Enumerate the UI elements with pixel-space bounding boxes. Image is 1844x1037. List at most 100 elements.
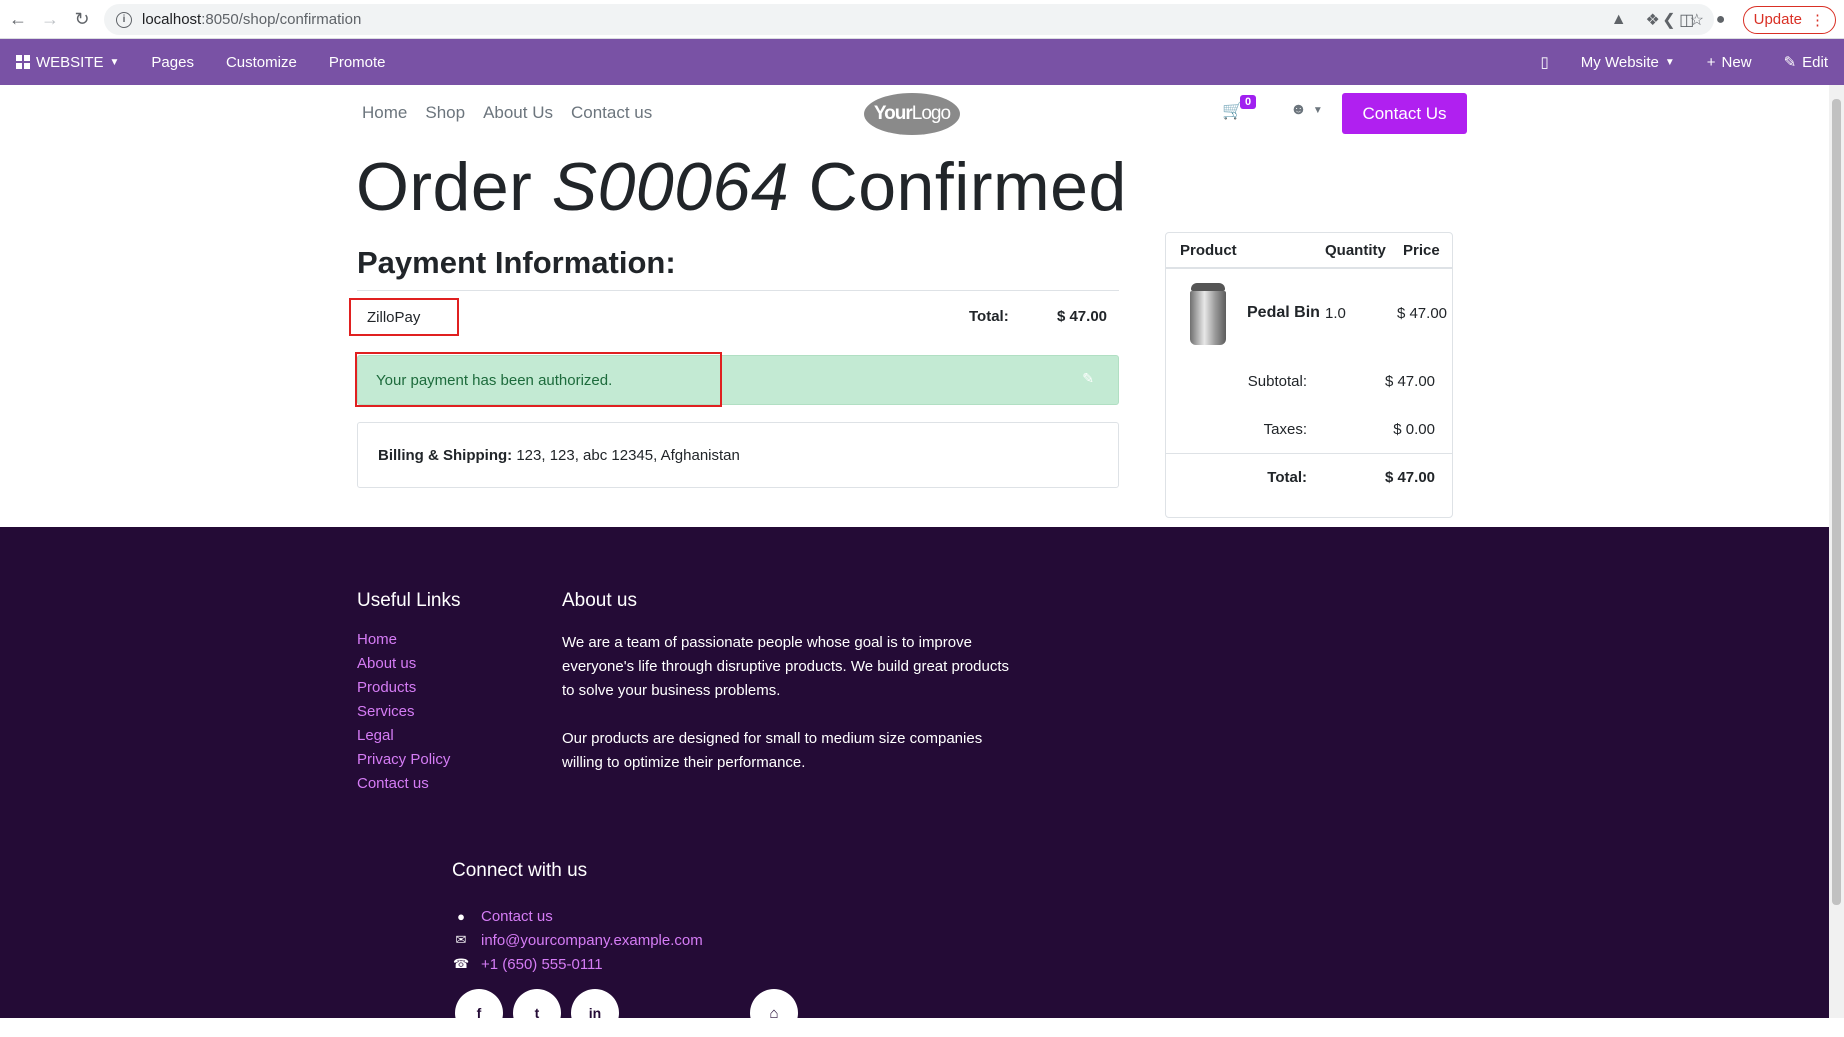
promote-menu[interactable]: Promote	[313, 39, 402, 85]
main-nav: Home Shop About Us Contact us	[362, 103, 652, 123]
col-quantity: Quantity	[1325, 242, 1386, 259]
caret-down-icon: ▼	[109, 56, 120, 68]
twitter-icon[interactable]: t	[513, 989, 561, 1037]
payment-provider: ZilloPay	[349, 298, 459, 336]
website-menu[interactable]: WEBSITE ▼	[0, 39, 135, 85]
connect-title: Connect with us	[452, 860, 588, 881]
footer-link-contact-us[interactable]: Contact us	[357, 775, 450, 799]
apps-grid-icon	[16, 55, 30, 69]
update-button[interactable]: Update ⋮	[1742, 5, 1836, 34]
payment-total-value: $ 47.00	[1056, 308, 1107, 325]
footer-link-privacy-policy[interactable]: Privacy Policy	[357, 751, 450, 775]
connect-contact-item[interactable]: ● Contact us	[453, 904, 703, 928]
footer-link-products[interactable]: Products	[357, 679, 450, 703]
summary-header: Product Quantity Price	[1166, 233, 1452, 269]
social-links: f t in	[455, 989, 619, 1037]
footer-link-services[interactable]: Services	[357, 703, 450, 727]
about-text: We are a team of passionate people whose…	[562, 631, 1022, 775]
url-host: localhost	[142, 11, 202, 28]
footer-link-about-us[interactable]: About us	[357, 655, 450, 679]
caret-down-icon: ▼	[1664, 56, 1675, 68]
billing-address: 123, 123, abc 12345, Afghanistan	[516, 447, 740, 464]
connect-contact-link: Contact us	[481, 907, 553, 925]
mobile-preview-button[interactable]: ▯	[1525, 39, 1565, 85]
billing-shipping-box: Billing & Shipping: 123, 123, abc 12345,…	[357, 422, 1119, 488]
product-image[interactable]	[1188, 283, 1228, 347]
payment-status-alert: Your payment has been authorized. ✎	[355, 352, 1119, 407]
product-name[interactable]: Pedal Bin	[1247, 304, 1320, 322]
address-bar[interactable]: i localhost:8050/shop/confirmation ❮ ☆	[104, 4, 1714, 35]
nav-shop[interactable]: Shop	[425, 103, 465, 123]
subtotal-label: Subtotal:	[1247, 373, 1307, 390]
website-admin-bar: WEBSITE ▼ Pages Customize Promote ▯ My W…	[0, 39, 1844, 85]
menu-dots-icon: ⋮	[1810, 11, 1825, 29]
home-icon[interactable]: ⌂	[750, 989, 798, 1037]
user-menu[interactable]: ☻ ▼	[1290, 101, 1323, 119]
new-button[interactable]: + New	[1691, 39, 1768, 85]
payment-row: ZilloPay Total: $ 47.00	[349, 296, 1119, 336]
contact-us-button[interactable]: Contact Us	[1342, 93, 1467, 134]
site-info-icon[interactable]: i	[116, 11, 132, 28]
summary-total-label: Total:	[1267, 469, 1307, 486]
back-icon[interactable]: ←	[4, 5, 32, 33]
scrollbar-thumb[interactable]	[1832, 99, 1841, 905]
product-quantity: 1.0	[1325, 305, 1346, 322]
plus-icon: +	[1706, 53, 1716, 71]
nav-about-us[interactable]: About Us	[483, 103, 553, 123]
site-footer: Useful Links Home About us Products Serv…	[0, 527, 1844, 1037]
reload-icon[interactable]: ↻	[68, 5, 96, 33]
site-logo[interactable]: Your Logo	[864, 93, 960, 135]
divider	[357, 290, 1119, 291]
pages-menu[interactable]: Pages	[135, 39, 210, 85]
puzzle-icon[interactable]: ❖	[1641, 8, 1665, 32]
connect-phone-item[interactable]: ☎ +1 (650) 555-0111	[453, 952, 703, 976]
cart-count-badge: 0	[1240, 95, 1257, 109]
my-website-label: My Website	[1580, 53, 1659, 71]
phone-icon: ☎	[453, 956, 470, 971]
extension-icon[interactable]: ▲	[1607, 8, 1631, 32]
profile-icon[interactable]: ●	[1709, 8, 1733, 32]
pencil-icon: ✎	[1783, 54, 1797, 71]
website-menu-label: WEBSITE	[36, 53, 104, 71]
update-label: Update	[1753, 11, 1802, 28]
comment-icon: ●	[457, 908, 465, 924]
footer-link-legal[interactable]: Legal	[357, 727, 450, 751]
payment-heading: Payment Information:	[357, 245, 676, 280]
envelope-icon: ✉	[455, 932, 467, 947]
connect-email-link: info@yourcompany.example.com	[481, 931, 703, 949]
nav-home[interactable]: Home	[362, 103, 407, 123]
product-price: $ 47.00	[1396, 305, 1447, 322]
page-scrollbar[interactable]	[1829, 85, 1844, 1018]
nav-contact-us[interactable]: Contact us	[571, 103, 652, 123]
order-number: S00064	[551, 149, 790, 225]
edit-button[interactable]: ✎ Edit	[1768, 39, 1844, 85]
subtotal-value: $ 47.00	[1384, 373, 1435, 390]
connect-email-item[interactable]: ✉ info@yourcompany.example.com	[453, 928, 703, 952]
summary-total-value: $ 47.00	[1384, 469, 1435, 486]
title-prefix: Order	[356, 149, 533, 225]
title-suffix: Confirmed	[808, 149, 1127, 225]
useful-links-title: Useful Links	[357, 590, 461, 611]
customize-menu[interactable]: Customize	[210, 39, 313, 85]
side-panel-icon[interactable]: ◫	[1675, 8, 1699, 32]
about-paragraph-2: Our products are designed for small to m…	[562, 730, 983, 771]
url-path: :8050/shop/confirmation	[201, 11, 362, 28]
browser-toolbar: ← → ↻ i localhost:8050/shop/confirmation…	[0, 0, 1844, 39]
about-paragraph-1: We are a team of passionate people whose…	[562, 634, 1009, 699]
col-price: Price	[1403, 242, 1440, 259]
about-title: About us	[562, 590, 637, 611]
mobile-icon: ▯	[1540, 54, 1549, 71]
cart-button[interactable]: 🛒 0	[1222, 95, 1257, 121]
my-website-switcher[interactable]: My Website ▼	[1565, 39, 1691, 85]
highlight-box	[355, 352, 722, 407]
divider	[1166, 453, 1452, 454]
new-label: New	[1721, 53, 1752, 71]
linkedin-icon[interactable]: in	[571, 989, 619, 1037]
footer-link-home[interactable]: Home	[357, 631, 450, 655]
edit-label: Edit	[1802, 53, 1828, 71]
pencil-icon[interactable]: ✎	[1082, 370, 1094, 387]
facebook-icon[interactable]: f	[455, 989, 503, 1037]
forward-icon[interactable]: →	[36, 5, 64, 33]
useful-links-list: Home About us Products Services Legal Pr…	[357, 631, 450, 799]
taxes-value: $ 0.00	[1393, 421, 1435, 438]
